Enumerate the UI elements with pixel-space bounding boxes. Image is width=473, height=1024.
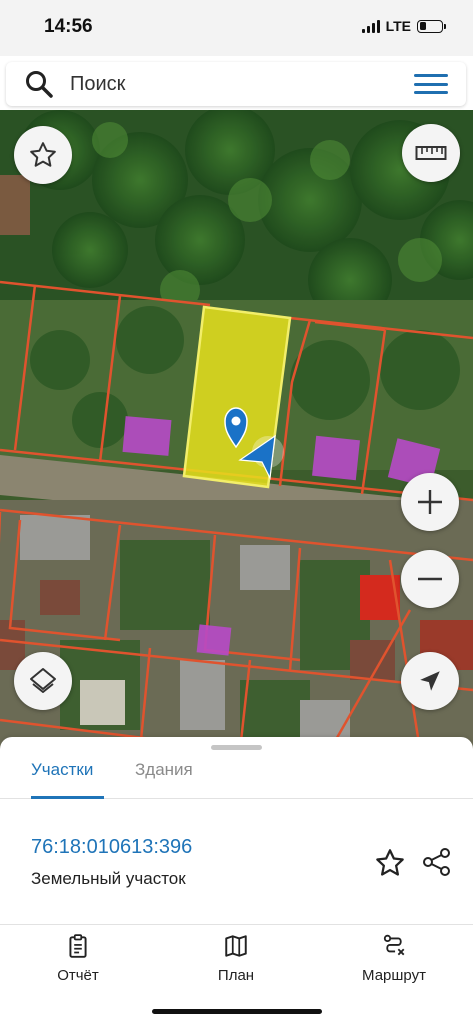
locate-me-button[interactable] <box>401 652 459 710</box>
layers-icon <box>30 668 56 693</box>
nav-route[interactable]: Маршрут <box>334 933 454 984</box>
battery-icon <box>417 19 446 33</box>
bottom-sheet[interactable]: Участки Здания 76:18:010613:396 Земельны… <box>0 737 473 1024</box>
search-icon[interactable] <box>24 69 54 99</box>
tab-buildings[interactable]: Здания <box>135 760 193 780</box>
zoom-in-icon <box>418 490 442 514</box>
route-icon <box>383 934 405 956</box>
share-icon[interactable] <box>421 846 453 878</box>
nav-report[interactable]: Отчёт <box>18 933 138 984</box>
nav-route-label: Маршрут <box>362 967 426 984</box>
map-canvas[interactable] <box>0 110 473 750</box>
zoom-in-button[interactable] <box>401 473 459 531</box>
nav-report-label: Отчёт <box>57 967 99 984</box>
network-type: LTE <box>385 18 411 34</box>
ruler-icon <box>415 146 447 160</box>
search-input[interactable]: Поиск <box>70 73 414 96</box>
sheet-tabs: Участки Здания <box>0 757 473 799</box>
home-indicator[interactable] <box>152 1009 322 1014</box>
report-clipboard-icon <box>69 934 87 958</box>
status-time: 14:56 <box>44 16 93 37</box>
hamburger-menu-icon[interactable] <box>414 71 448 97</box>
cellular-signal-icon <box>361 19 380 33</box>
ruler-button[interactable] <box>402 124 460 182</box>
favorite-button[interactable] <box>14 126 72 184</box>
search-bar[interactable]: Поиск <box>6 62 466 106</box>
satellite-map[interactable] <box>0 110 473 750</box>
tab-parcels[interactable]: Участки <box>31 760 93 780</box>
nav-plan[interactable]: План <box>176 933 296 984</box>
sheet-drag-handle[interactable] <box>211 745 262 750</box>
parcel-list-item[interactable]: 76:18:010613:396 Земельный участок <box>0 800 473 925</box>
parcel-type: Земельный участок <box>31 869 186 888</box>
favorite-star-icon[interactable] <box>374 847 406 879</box>
zoom-out-button[interactable] <box>401 550 459 608</box>
active-tab-indicator <box>31 796 104 799</box>
star-outline-icon <box>30 142 56 167</box>
map-plan-icon <box>225 935 247 957</box>
cadastral-number[interactable]: 76:18:010613:396 <box>31 836 192 859</box>
locate-me-icon <box>420 671 440 691</box>
nav-plan-label: План <box>217 967 255 984</box>
layers-button[interactable] <box>14 652 72 710</box>
zoom-out-icon <box>418 577 442 581</box>
status-indicators: LTE <box>361 18 446 34</box>
status-bar: 14:56 LTE <box>0 0 473 56</box>
